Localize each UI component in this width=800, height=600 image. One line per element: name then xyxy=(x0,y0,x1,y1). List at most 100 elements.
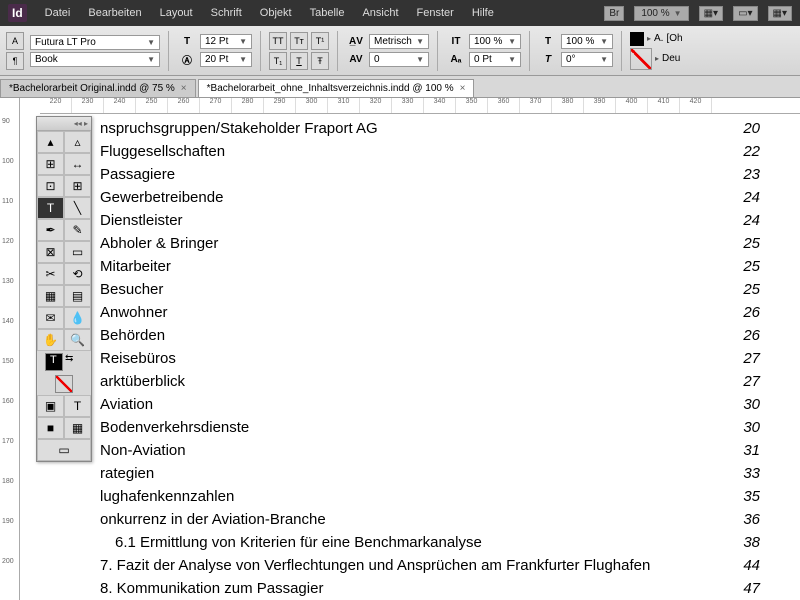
zoom-level[interactable]: 100 %▼ xyxy=(634,6,688,21)
allcaps-button[interactable]: TT xyxy=(269,32,287,50)
toc-entry[interactable]: Dienstleister24 xyxy=(50,210,790,233)
toc-entry[interactable]: Reisebüros27 xyxy=(50,348,790,371)
bridge-button[interactable]: Br xyxy=(604,6,624,21)
toc-entry[interactable]: onkurrenz in der Aviation-Branche36 xyxy=(50,509,790,532)
toc-entry[interactable]: Besucher25 xyxy=(50,279,790,302)
menu-hilfe[interactable]: Hilfe xyxy=(472,7,494,19)
toc-entry[interactable]: nspruchsgruppen/Stakeholder Fraport AG20 xyxy=(50,118,790,141)
font-size-dropdown[interactable]: 12 Pt▼ xyxy=(200,34,252,49)
menu-bearbeiten[interactable]: Bearbeiten xyxy=(88,7,141,19)
arrange-button[interactable]: ▦▾ xyxy=(768,6,792,21)
panel-collapse-icon[interactable]: ◂◂ ▸ xyxy=(37,117,91,131)
rectangle-tool[interactable]: ▭ xyxy=(64,241,91,263)
skew-dropdown[interactable]: 0°▼ xyxy=(561,52,613,67)
toc-entry[interactable]: Bodenverkehrsdienste30 xyxy=(50,417,790,440)
menu-objekt[interactable]: Objekt xyxy=(260,7,292,19)
baseline-icon: Aₐ xyxy=(446,52,466,68)
toc-entry[interactable]: rategien33 xyxy=(50,463,790,486)
toc-entry[interactable]: Behörden26 xyxy=(50,325,790,348)
char-style-label: [Oh xyxy=(666,33,682,44)
tracking-dropdown[interactable]: 0▼ xyxy=(369,52,429,67)
stroke-swatch[interactable] xyxy=(55,375,73,393)
hscale-dropdown[interactable]: 100 %▼ xyxy=(561,34,613,49)
horizontal-ruler: 2202302402502602702802903003103203303403… xyxy=(40,98,800,114)
page-content: nspruchsgruppen/Stakeholder Fraport AG20… xyxy=(50,118,790,600)
type-tool[interactable]: T xyxy=(37,197,64,219)
formatting-container-button[interactable]: ▣ xyxy=(37,395,64,417)
superscript-button[interactable]: T¹ xyxy=(311,32,329,50)
selection-tool[interactable]: ▴ xyxy=(37,131,64,153)
kerning-icon: A̲V xyxy=(346,34,366,50)
direct-selection-tool[interactable]: ▵ xyxy=(64,131,91,153)
smallcaps-button[interactable]: Tᴛ xyxy=(290,32,308,50)
underline-button[interactable]: T xyxy=(290,52,308,70)
para-format-button[interactable]: ¶ xyxy=(6,52,24,70)
toc-entry[interactable]: Non-Aviation31 xyxy=(50,440,790,463)
document-canvas[interactable]: 2202302402502602702802903003103203303403… xyxy=(20,98,800,600)
toc-entry[interactable]: 6.1 Ermittlung von Kriterien für eine Be… xyxy=(50,532,790,555)
leading-dropdown[interactable]: 20 Pt▼ xyxy=(200,52,252,67)
app-logo: Id xyxy=(8,4,27,22)
screen-mode-tool[interactable]: ▭ xyxy=(37,439,91,461)
subscript-button[interactable]: T₁ xyxy=(269,52,287,70)
toc-entry[interactable]: Passagiere23 xyxy=(50,164,790,187)
fill-swatch[interactable]: T xyxy=(45,353,63,371)
menubar: Id Datei Bearbeiten Layout Schrift Objek… xyxy=(0,0,800,26)
toc-entry[interactable]: arktüberblick27 xyxy=(50,371,790,394)
pencil-tool[interactable]: ✎ xyxy=(64,219,91,241)
tab-doc-1[interactable]: *Bachelorarbeit Original.indd @ 75 %× xyxy=(0,79,196,97)
gradient-swatch-tool[interactable]: ▦ xyxy=(37,285,64,307)
scissors-tool[interactable]: ✂ xyxy=(37,263,64,285)
screen-mode-button[interactable]: ▭▾ xyxy=(733,6,757,21)
rectangle-frame-tool[interactable]: ⊠ xyxy=(37,241,64,263)
swap-fill-stroke-icon[interactable]: ⇆ xyxy=(65,353,83,371)
free-transform-tool[interactable]: ⟲ xyxy=(64,263,91,285)
vscale-dropdown[interactable]: 100 %▼ xyxy=(469,34,521,49)
toc-entry[interactable]: 8. Kommunikation zum Passagier47 xyxy=(50,578,790,600)
line-tool[interactable]: ╲ xyxy=(64,197,91,219)
apply-gradient-button[interactable]: ▦ xyxy=(64,417,91,439)
note-tool[interactable]: ✉ xyxy=(37,307,64,329)
toc-entry[interactable]: 7. Fazit der Analyse von Verflechtungen … xyxy=(50,555,790,578)
menu-datei[interactable]: Datei xyxy=(45,7,71,19)
toc-entry[interactable]: Anwohner26 xyxy=(50,302,790,325)
content-placer-tool[interactable]: ⊞ xyxy=(64,175,91,197)
toc-entry[interactable]: Mitarbeiter25 xyxy=(50,256,790,279)
document-tabs: *Bachelorarbeit Original.indd @ 75 %× *B… xyxy=(0,76,800,98)
menu-ansicht[interactable]: Ansicht xyxy=(362,7,398,19)
toc-entry[interactable]: Fluggesellschaften22 xyxy=(50,141,790,164)
formatting-text-button[interactable]: T xyxy=(64,395,91,417)
apply-color-button[interactable]: ■ xyxy=(37,417,64,439)
toc-entry[interactable]: Gewerbetreibende24 xyxy=(50,187,790,210)
close-icon[interactable]: × xyxy=(181,83,187,94)
content-collector-tool[interactable]: ⊡ xyxy=(37,175,64,197)
toc-entry[interactable]: Aviation30 xyxy=(50,394,790,417)
strikethrough-button[interactable]: Ŧ xyxy=(311,52,329,70)
tab-doc-2[interactable]: *Bachelorarbeit_ohne_Inhaltsverzeichnis.… xyxy=(198,79,475,97)
menu-schrift[interactable]: Schrift xyxy=(211,7,242,19)
eyedropper-tool[interactable]: 💧 xyxy=(64,307,91,329)
view-options-button[interactable]: ▦▾ xyxy=(699,6,723,21)
page-tool[interactable]: ⊞ xyxy=(37,153,64,175)
pen-tool[interactable]: ✒ xyxy=(37,219,64,241)
gradient-feather-tool[interactable]: ▤ xyxy=(64,285,91,307)
kerning-dropdown[interactable]: Metrisch▼ xyxy=(369,34,429,49)
baseline-dropdown[interactable]: 0 Pt▼ xyxy=(469,52,521,67)
stroke-none-icon[interactable] xyxy=(630,48,652,70)
menu-fenster[interactable]: Fenster xyxy=(417,7,454,19)
font-family-dropdown[interactable]: Futura LT Pro▼ xyxy=(30,35,160,50)
hand-tool[interactable]: ✋ xyxy=(37,329,64,351)
char-format-button[interactable]: A xyxy=(6,32,24,50)
language-label: Deu xyxy=(662,53,680,64)
close-icon[interactable]: × xyxy=(460,83,466,94)
toc-entry[interactable]: Abholer & Bringer25 xyxy=(50,233,790,256)
menu-tabelle[interactable]: Tabelle xyxy=(310,7,345,19)
zoom-tool[interactable]: 🔍 xyxy=(64,329,91,351)
tools-panel: ◂◂ ▸ ▴ ▵ ⊞ ↔ ⊡ ⊞ T ╲ ✒ ✎ ⊠ ▭ ✂ ⟲ ▦ ▤ ✉ 💧… xyxy=(36,116,92,462)
font-style-dropdown[interactable]: Book▼ xyxy=(30,52,160,67)
fill-icon xyxy=(630,32,644,46)
menu-layout[interactable]: Layout xyxy=(160,7,193,19)
hscale-icon: T xyxy=(538,34,558,50)
toc-entry[interactable]: lughafenkennzahlen35 xyxy=(50,486,790,509)
gap-tool[interactable]: ↔ xyxy=(64,153,91,175)
